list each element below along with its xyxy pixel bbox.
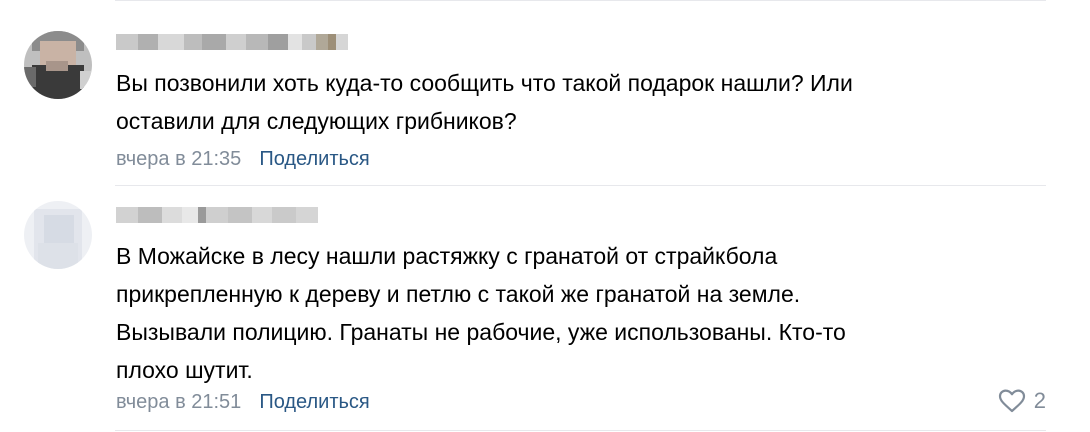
divider-bottom: [115, 430, 1046, 431]
heart-outline-icon: [998, 389, 1026, 413]
divider: [115, 185, 1046, 186]
comment-time[interactable]: вчера в 21:51: [116, 390, 241, 414]
comment-meta: вчера в 21:35 Поделиться: [116, 147, 370, 171]
avatar[interactable]: [24, 201, 92, 269]
comment-text: Вы позвонили хоть куда-то сообщить что т…: [116, 64, 1016, 140]
comment-text-line: Вызывали полицию. Гранаты не рабочие, уж…: [116, 319, 846, 345]
like-count: 2: [1033, 388, 1046, 413]
comment-text-line: Вы позвонили хоть куда-то сообщить что т…: [116, 70, 853, 96]
avatar[interactable]: [24, 31, 92, 99]
like-button[interactable]: 2: [998, 388, 1046, 414]
comment-text: В Можайске в лесу нашли растяжку с грана…: [116, 237, 1016, 389]
divider-top: [115, 0, 1046, 1]
comment-time[interactable]: вчера в 21:35: [116, 147, 241, 171]
author-name-blurred[interactable]: [116, 207, 318, 223]
author-name-blurred[interactable]: [116, 34, 348, 50]
comment-text-line: плохо шутит.: [116, 357, 253, 383]
comment-text-line: оставили для следующих грибников?: [116, 108, 517, 134]
comment-text-line: В Можайске в лесу нашли растяжку с грана…: [116, 243, 778, 269]
share-link[interactable]: Поделиться: [259, 147, 369, 171]
share-link[interactable]: Поделиться: [259, 390, 369, 414]
comment-text-line: прикрепленную к дереву и петлю с такой ж…: [116, 281, 801, 307]
comment-meta: вчера в 21:51 Поделиться: [116, 390, 370, 414]
